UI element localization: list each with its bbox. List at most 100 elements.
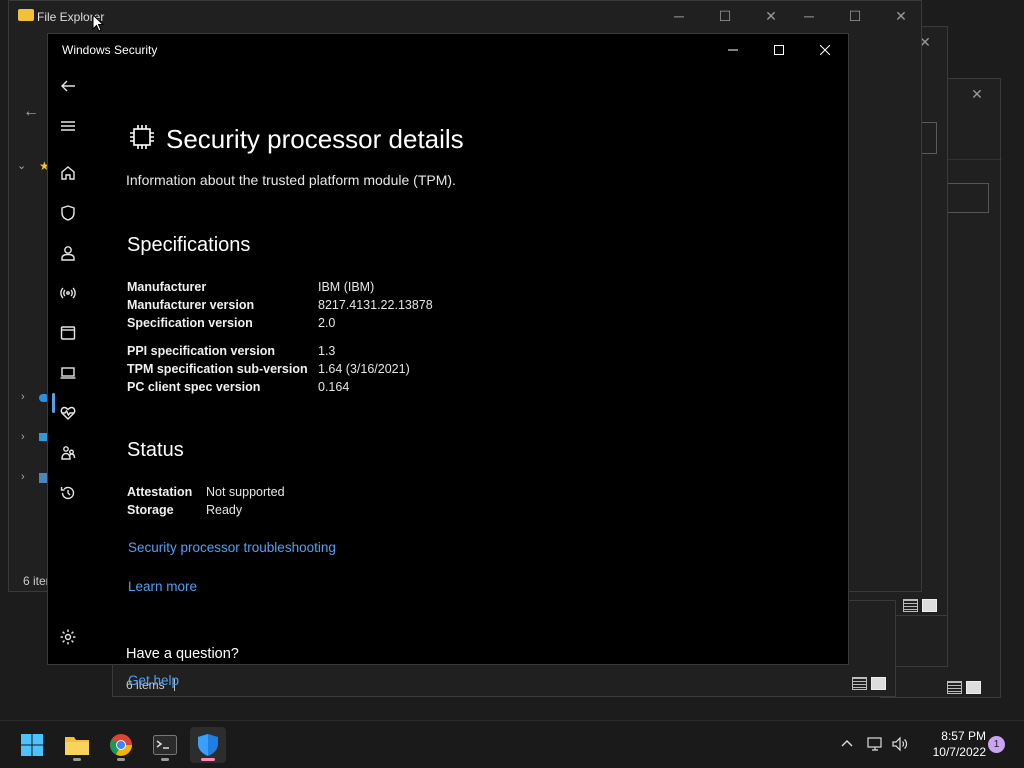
family-icon	[61, 446, 76, 460]
wifi-icon	[60, 287, 76, 299]
terminal-icon	[153, 735, 177, 755]
start-button[interactable]	[14, 727, 50, 763]
nav-virus-protection[interactable]	[48, 197, 88, 229]
menu-icon	[61, 121, 75, 131]
close-icon[interactable]: ✕	[967, 85, 987, 103]
maximize-button[interactable]	[756, 34, 802, 66]
clock-time: 8:57 PM	[941, 729, 986, 743]
show-hidden-icons-button[interactable]	[838, 735, 856, 753]
spec-label: PPI specification version	[127, 344, 275, 358]
account-icon	[61, 246, 75, 261]
clock-date: 10/7/2022	[932, 745, 986, 759]
learn-more-link[interactable]: Learn more	[128, 579, 197, 594]
nav-device-health[interactable]	[48, 397, 88, 429]
running-indicator	[117, 758, 125, 761]
folder-icon	[18, 9, 34, 21]
close-button[interactable]	[802, 34, 848, 66]
nav-family-options[interactable]	[48, 437, 88, 469]
maximize-icon[interactable]: ☐	[715, 7, 735, 25]
volume-button[interactable]	[891, 735, 909, 758]
back-arrow-icon[interactable]: ←	[23, 103, 39, 121]
chevron-right-icon[interactable]: ›	[21, 471, 25, 483]
spec-value: 0.164	[318, 380, 350, 394]
nav-app-browser-control[interactable]	[48, 317, 88, 349]
back-icon	[61, 80, 75, 92]
nav-firewall[interactable]	[48, 277, 88, 309]
windows-start-icon	[21, 734, 43, 756]
notification-badge[interactable]: 1	[988, 736, 1005, 753]
back-button[interactable]	[48, 70, 88, 102]
spec-value: 8217.4131.22.13878	[318, 298, 433, 312]
nav-device-security[interactable]	[48, 357, 88, 389]
volume-icon	[892, 736, 908, 752]
nav-settings[interactable]	[48, 621, 88, 653]
mouse-cursor	[92, 13, 105, 38]
close-icon[interactable]: ✕	[761, 7, 781, 25]
spec-label: Manufacturer version	[127, 298, 255, 312]
specifications-heading: Specifications	[127, 234, 251, 256]
status-heading: Status	[127, 439, 184, 461]
troubleshooting-link[interactable]: Security processor troubleshooting	[128, 540, 336, 555]
spec-value: 1.3	[318, 344, 336, 358]
explorer-status-items: 6 iten	[23, 574, 49, 588]
minimize-button[interactable]	[710, 34, 756, 66]
network-icon	[867, 737, 882, 751]
navigation-rail	[48, 66, 88, 664]
chevron-right-icon[interactable]: ›	[21, 391, 25, 403]
title-bar[interactable]: Windows Security	[48, 34, 848, 66]
taskbar-file-explorer[interactable]	[59, 727, 95, 763]
taskbar: 8:57 PM 10/7/2022 1	[0, 720, 1024, 768]
spec-label: TPM specification sub-version	[127, 362, 308, 376]
chrome-icon	[110, 734, 132, 756]
maximize-icon[interactable]: ☐	[845, 7, 865, 25]
spec-label: Specification version	[127, 316, 253, 330]
close-icon[interactable]: ✕	[891, 7, 911, 25]
file-explorer-icon	[65, 737, 89, 755]
notification-count: 1	[993, 739, 1000, 750]
window-title: Windows Security	[62, 43, 158, 57]
nav-protection-history[interactable]	[48, 477, 88, 509]
nav-home[interactable]	[48, 157, 88, 189]
shield-icon	[61, 205, 75, 221]
processor-chip-icon	[128, 123, 156, 156]
windows-security-icon	[198, 734, 218, 756]
spec-value: 1.64 (3/16/2021)	[318, 362, 410, 376]
status-label: Storage	[127, 503, 174, 517]
nav-account-protection[interactable]	[48, 237, 88, 269]
taskbar-terminal[interactable]	[147, 727, 183, 763]
running-indicator	[73, 758, 81, 761]
network-status-button[interactable]	[866, 735, 884, 758]
clock[interactable]: 8:57 PM 10/7/2022	[912, 729, 986, 759]
page-title: Security processor details	[166, 124, 464, 154]
chevron-down-icon[interactable]: ⌄	[17, 159, 26, 172]
get-help-link[interactable]: Get help	[128, 673, 179, 688]
content-pane: Security processor details Information a…	[88, 66, 848, 688]
spec-value: 2.0	[318, 316, 336, 330]
chevron-right-icon[interactable]: ›	[21, 431, 25, 443]
status-value: Ready	[206, 503, 243, 517]
app-browser-icon	[60, 326, 76, 340]
taskbar-windows-security[interactable]	[190, 727, 226, 763]
view-toggle[interactable]	[947, 681, 981, 694]
spec-value: IBM (IBM)	[318, 280, 375, 294]
view-toggle[interactable]	[852, 677, 886, 690]
home-icon	[61, 166, 75, 180]
close-icon	[820, 45, 830, 55]
minimize-icon[interactable]: ─	[669, 7, 689, 25]
menu-button[interactable]	[48, 110, 88, 142]
status-value: Not supported	[206, 485, 285, 499]
active-indicator	[201, 758, 215, 761]
health-icon	[60, 406, 76, 420]
maximize-icon	[774, 45, 784, 55]
question-heading: Have a question?	[126, 646, 239, 662]
running-indicator	[161, 758, 169, 761]
taskbar-chrome[interactable]	[103, 727, 139, 763]
windows-security-window: Windows Security Security processor deta…	[47, 33, 849, 688]
settings-icon	[60, 629, 76, 645]
status-label: Attestation	[127, 485, 193, 499]
view-toggle[interactable]	[903, 599, 937, 612]
minimize-icon[interactable]: ─	[799, 7, 819, 25]
device-security-icon	[60, 367, 76, 379]
minimize-icon	[728, 49, 738, 51]
spec-label: Manufacturer	[127, 280, 207, 294]
